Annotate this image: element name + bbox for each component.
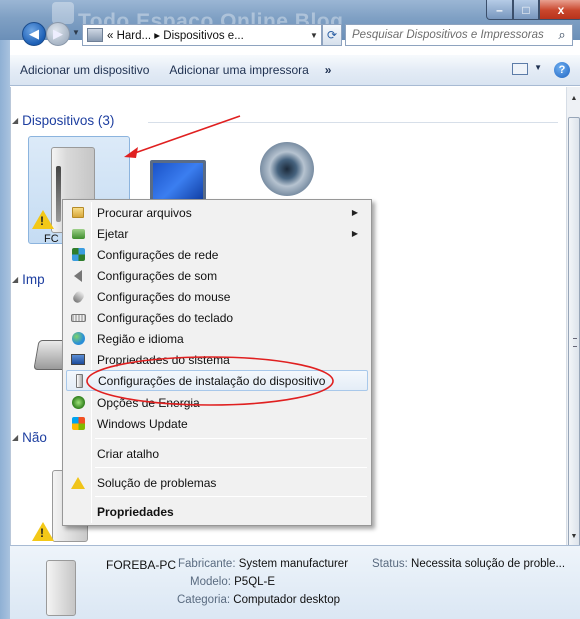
menu-separator bbox=[95, 467, 367, 468]
menu-item-configuracoes-de-rede[interactable]: Configurações de rede bbox=[66, 244, 368, 265]
folder-icon bbox=[72, 207, 84, 218]
mouse-icon bbox=[70, 289, 86, 304]
menu-item-solucao-de-problemas[interactable]: Solução de problemas bbox=[66, 472, 368, 493]
back-button[interactable]: ◀ bbox=[22, 22, 46, 46]
forward-button[interactable]: ▶ bbox=[46, 22, 70, 46]
address-dropdown-icon[interactable]: ▼ bbox=[307, 31, 321, 40]
window-left-border bbox=[0, 40, 10, 619]
power-icon bbox=[71, 396, 85, 409]
minimize-button[interactable]: – bbox=[486, 0, 513, 20]
app-icon bbox=[52, 2, 74, 24]
view-options-dropdown[interactable]: ▼ bbox=[534, 63, 542, 72]
device-icon bbox=[75, 373, 83, 388]
scroll-down-arrow-icon[interactable]: ▼ bbox=[567, 529, 580, 543]
windows-update-icon bbox=[71, 417, 85, 430]
submenu-arrow-icon: ▶ bbox=[351, 208, 358, 217]
monitor-icon bbox=[71, 354, 85, 365]
menu-item-configuracoes-do-mouse[interactable]: Configurações do mouse bbox=[66, 286, 368, 307]
arrow-left-icon: ◀ bbox=[29, 26, 39, 41]
refresh-button[interactable]: ⟳ bbox=[322, 24, 342, 46]
maximize-button[interactable]: □ bbox=[513, 0, 539, 20]
address-path[interactable]: « Hard... ▸ Dispositivos e... bbox=[107, 28, 307, 42]
menu-item-regiao-e-idioma[interactable]: Região e idioma bbox=[66, 328, 368, 349]
collapse-triangle-icon[interactable]: ◢ bbox=[12, 433, 18, 442]
vertical-scrollbar[interactable]: ▲ ▼ bbox=[566, 87, 580, 567]
collapse-triangle-icon[interactable]: ◢ bbox=[12, 116, 18, 125]
network-icon bbox=[71, 248, 85, 261]
submenu-arrow-icon: ▶ bbox=[351, 229, 358, 238]
recent-pages-dropdown[interactable]: ▼ bbox=[72, 28, 80, 37]
details-model: Modelo: P5QL-E bbox=[190, 576, 276, 588]
add-device-button[interactable]: Adicionar um dispositivo bbox=[10, 63, 159, 77]
menu-separator bbox=[95, 496, 367, 497]
speaker-icon bbox=[74, 269, 82, 282]
menu-item-windows-update[interactable]: Windows Update bbox=[66, 413, 368, 434]
eject-icon bbox=[71, 228, 85, 239]
help-button[interactable]: ? bbox=[554, 62, 570, 78]
group-header-devices[interactable]: ◢ Dispositivos (3) bbox=[12, 113, 114, 128]
group-header-printers[interactable]: ◢ Imp bbox=[12, 272, 45, 287]
more-commands-button[interactable]: » bbox=[319, 63, 338, 77]
menu-item-opcoes-de-energia[interactable]: Opções de Energia bbox=[66, 392, 368, 413]
warning-icon bbox=[71, 476, 85, 489]
arrow-right-icon: ▶ bbox=[53, 26, 63, 41]
details-pane: FOREBA-PC Fabricante: System manufacture… bbox=[10, 545, 580, 619]
menu-item-configuracoes-de-instalacao[interactable]: Configurações de instalação do dispositi… bbox=[66, 370, 368, 391]
address-bar[interactable]: « Hard... ▸ Dispositivos e... ▼ bbox=[82, 24, 322, 46]
control-panel-icon bbox=[87, 28, 103, 42]
webcam-device-icon[interactable] bbox=[260, 142, 314, 196]
close-button[interactable]: x bbox=[539, 0, 580, 20]
scroll-up-arrow-icon[interactable]: ▲ bbox=[567, 91, 580, 105]
details-status: Status: Necessita solução de proble... bbox=[372, 558, 566, 570]
menu-item-configuracoes-de-som[interactable]: Configurações de som bbox=[66, 265, 368, 286]
menu-item-criar-atalho[interactable]: Criar atalho bbox=[66, 443, 368, 464]
command-toolbar: Adicionar um dispositivo Adicionar uma i… bbox=[10, 54, 580, 86]
group-header-printers-label: Imp bbox=[22, 272, 45, 287]
menu-separator bbox=[95, 438, 367, 439]
menu-item-ejetar[interactable]: Ejetar ▶ bbox=[66, 223, 368, 244]
computer-tower-icon bbox=[46, 560, 76, 616]
group-header-devices-label: Dispositivos (3) bbox=[22, 113, 115, 128]
search-box[interactable]: ⌕ bbox=[345, 24, 573, 46]
group-divider bbox=[148, 122, 558, 123]
menu-item-propriedades[interactable]: Propriedades bbox=[66, 501, 368, 522]
refresh-icon: ⟳ bbox=[326, 28, 338, 42]
search-icon[interactable]: ⌕ bbox=[552, 27, 572, 43]
details-manufacturer: Fabricante: System manufacturer bbox=[178, 558, 349, 570]
details-category: Categoria: Computador desktop bbox=[177, 594, 341, 606]
search-input[interactable] bbox=[352, 29, 552, 41]
add-printer-button[interactable]: Adicionar uma impressora bbox=[159, 63, 318, 77]
collapse-triangle-icon[interactable]: ◢ bbox=[12, 275, 18, 284]
menu-item-configuracoes-do-teclado[interactable]: Configurações do teclado bbox=[66, 307, 368, 328]
view-options-icon[interactable] bbox=[512, 63, 528, 75]
group-header-unspecified-label: Não bbox=[22, 430, 47, 445]
globe-icon bbox=[71, 332, 85, 345]
context-menu: Procurar arquivos ▶ Ejetar ▶ Configuraçõ… bbox=[62, 199, 372, 526]
device-label-foreba: FC bbox=[44, 233, 59, 245]
menu-item-procurar-arquivos[interactable]: Procurar arquivos ▶ bbox=[66, 202, 368, 223]
details-device-name: FOREBA-PC bbox=[106, 558, 177, 572]
keyboard-icon bbox=[70, 313, 86, 322]
group-header-unspecified[interactable]: ◢ Não bbox=[12, 430, 47, 445]
scrollbar-thumb[interactable] bbox=[568, 117, 580, 567]
menu-item-propriedades-do-sistema[interactable]: Propriedades do sistema bbox=[66, 349, 368, 370]
